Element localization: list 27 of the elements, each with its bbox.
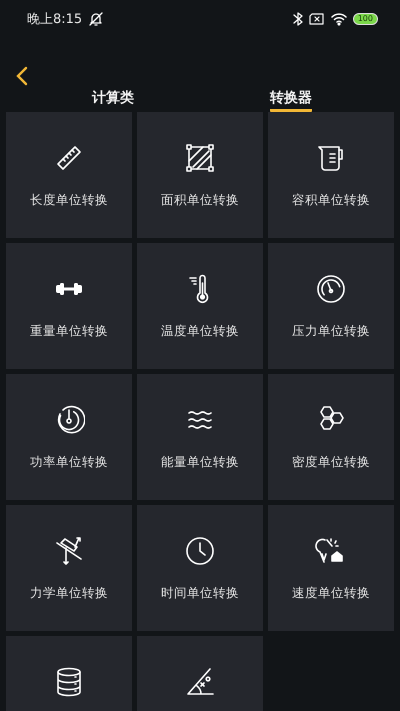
converter-card[interactable]: 能量单位转换 (137, 374, 263, 500)
converter-label: 能量单位转换 (161, 454, 239, 471)
converter-label: 压力单位转换 (292, 323, 370, 340)
category-tab[interactable]: 计算类 (92, 89, 134, 112)
converter-label: 长度单位转换 (30, 192, 108, 209)
converter-label: 力学单位转换 (30, 585, 108, 602)
converter-card[interactable]: 重量单位转换 (6, 243, 132, 369)
converter-label: 温度单位转换 (161, 323, 239, 340)
battery-level: 100 (352, 13, 378, 25)
converter-card[interactable]: 力学单位转换 (6, 505, 132, 631)
converter-card[interactable]: 面积单位转换 (137, 112, 263, 238)
converter-card[interactable]: 速度单位转换 (268, 505, 394, 631)
converter-label: 密度单位转换 (292, 454, 370, 471)
converter-card[interactable]: 密度单位转换 (268, 374, 394, 500)
converter-label: 容积单位转换 (292, 192, 370, 209)
converter-label: 时间单位转换 (161, 585, 239, 602)
converter-card[interactable]: 时间单位转换 (137, 505, 263, 631)
converter-card[interactable]: 温度单位转换 (137, 243, 263, 369)
converter-label: 速度单位转换 (292, 585, 370, 602)
converter-card[interactable]: 功率单位转换 (6, 374, 132, 500)
converter-card[interactable]: 长度单位转换 (6, 112, 132, 238)
status-time: 晚上8:15 (27, 11, 82, 28)
converter-card[interactable]: 容积单位转换 (268, 112, 394, 238)
converter-label: 面积单位转换 (161, 192, 239, 209)
converter-card[interactable]: 压力单位转换 (268, 243, 394, 369)
converter-label: 功率单位转换 (30, 454, 108, 471)
converter-label: 重量单位转换 (30, 323, 108, 340)
